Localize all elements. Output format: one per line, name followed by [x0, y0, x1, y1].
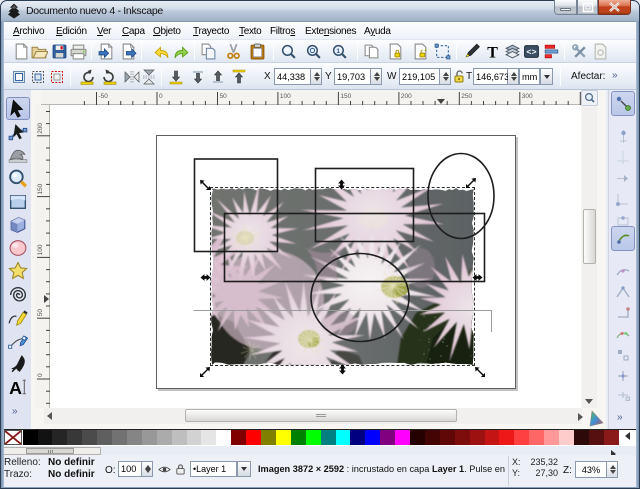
svg-text:<>: <>: [526, 48, 536, 58]
svg-text:150: 150: [340, 93, 351, 100]
svg-text:T: T: [487, 44, 498, 60]
svg-text:200: 200: [37, 123, 44, 134]
svg-text:100: 100: [280, 93, 291, 100]
svg-text:0: 0: [37, 373, 44, 377]
svg-text:A: A: [9, 377, 22, 397]
svg-text:100: 100: [37, 244, 44, 255]
svg-text:200: 200: [401, 93, 412, 100]
svg-text:250: 250: [461, 93, 472, 100]
svg-text:0: 0: [159, 93, 163, 100]
svg-text:1: 1: [336, 48, 340, 55]
svg-text:150: 150: [37, 183, 44, 194]
svg-text:-50: -50: [99, 93, 109, 100]
svg-text:50: 50: [37, 309, 44, 317]
svg-text:300: 300: [522, 93, 533, 100]
svg-text:50: 50: [220, 93, 228, 100]
